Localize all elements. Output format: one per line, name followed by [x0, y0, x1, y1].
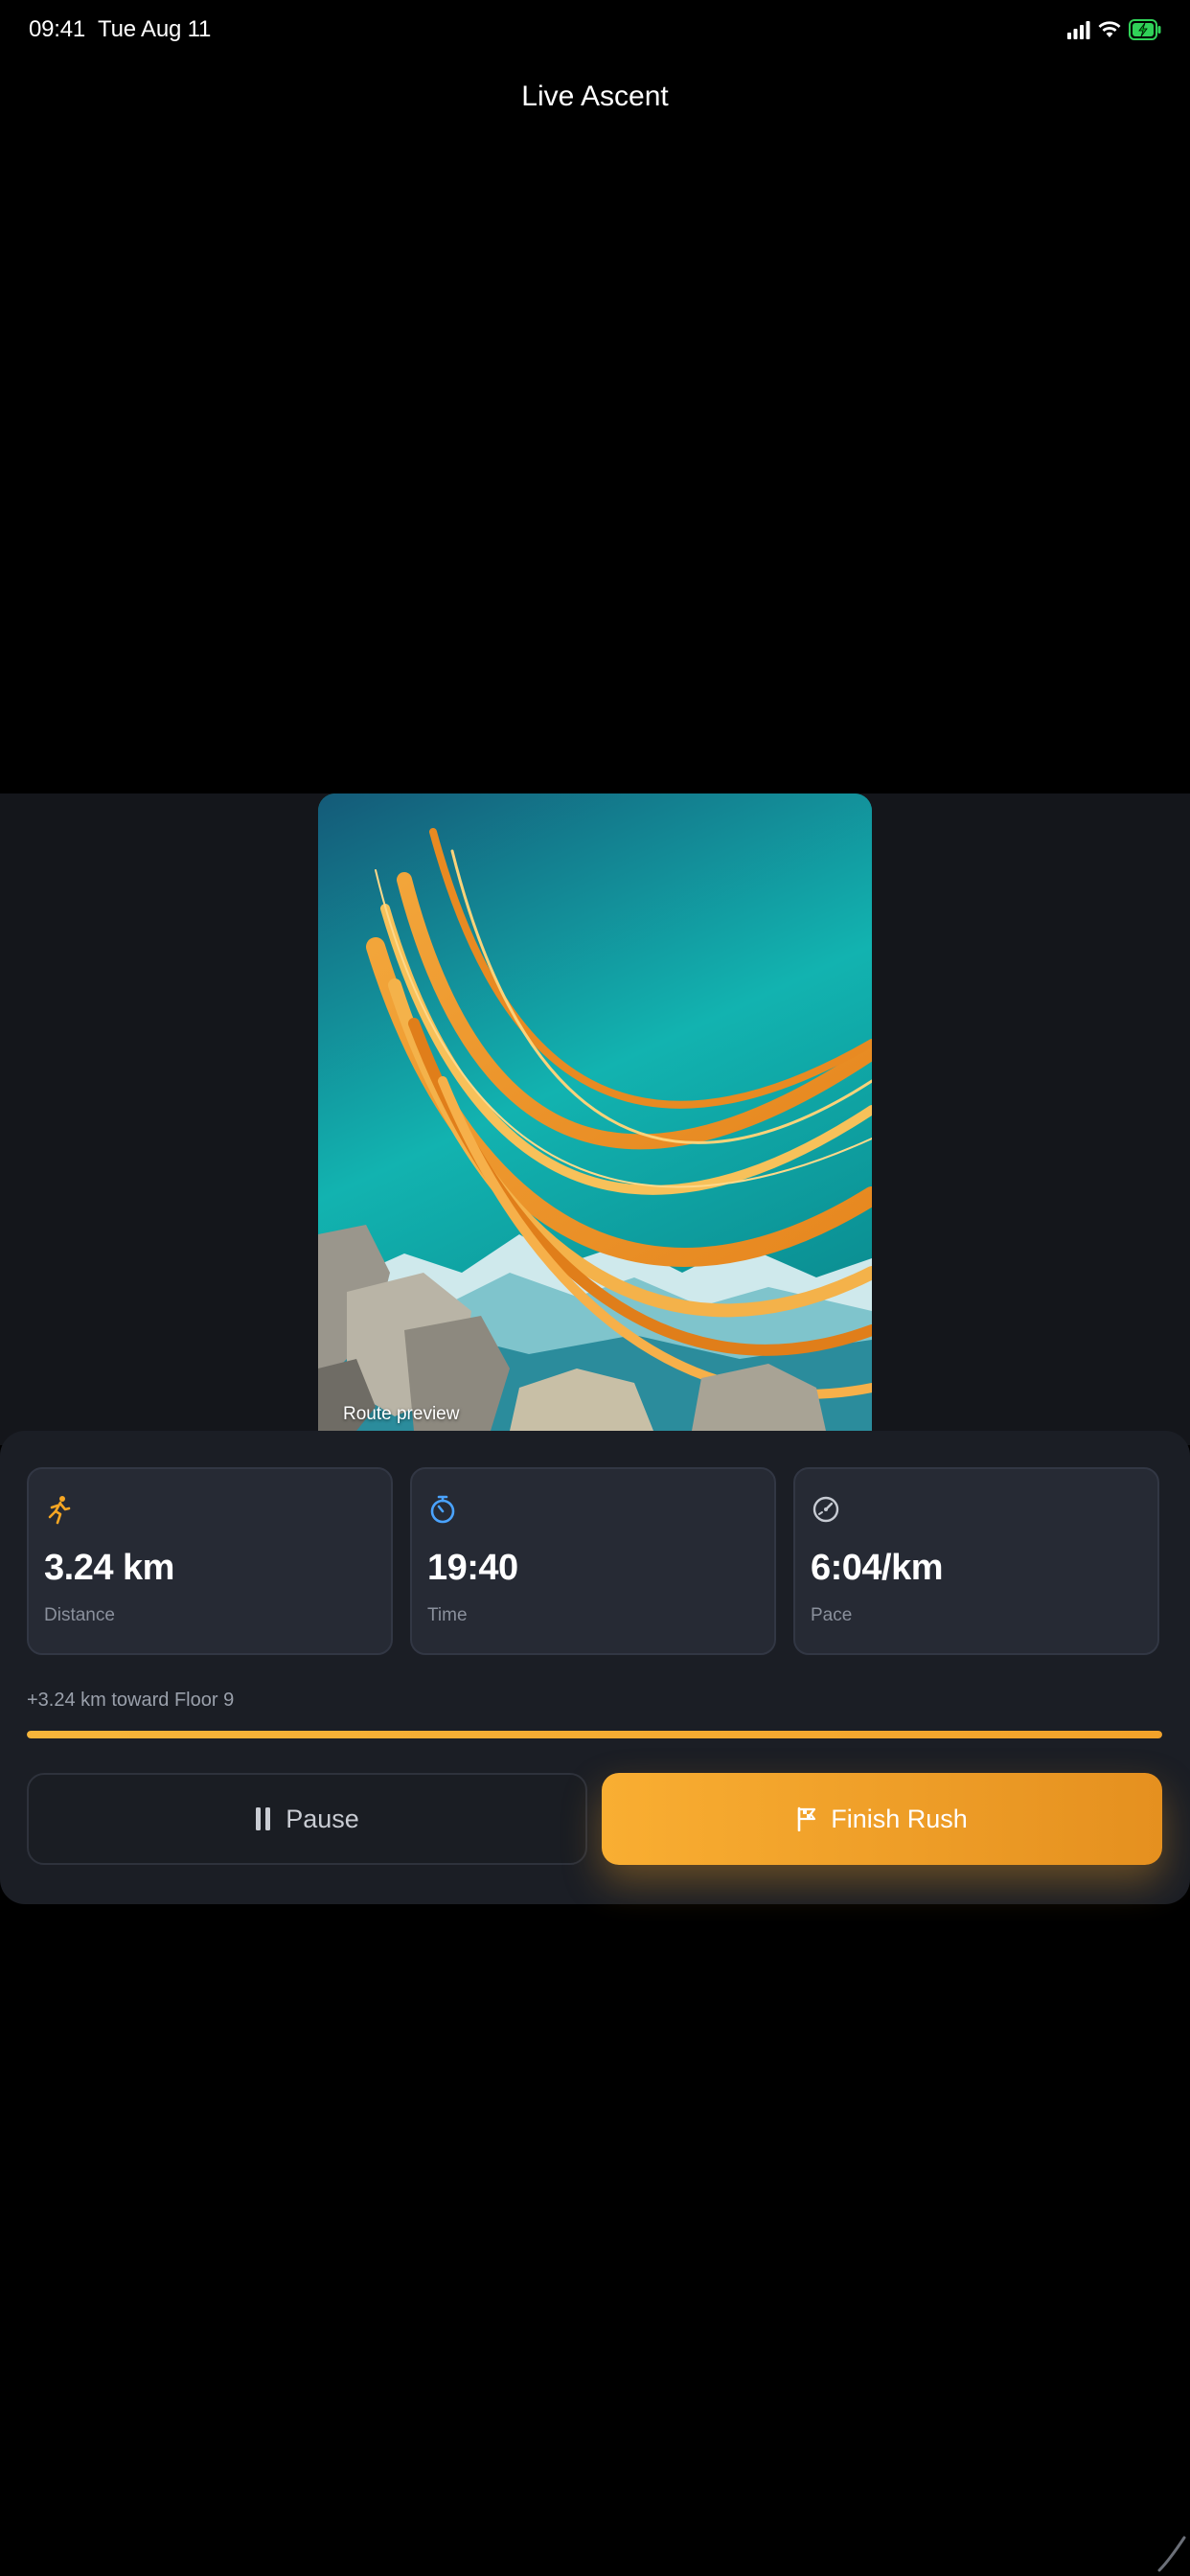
status-date: Tue Aug 11 — [98, 16, 212, 42]
wifi-icon — [1098, 21, 1121, 37]
stat-label-time: Time — [427, 1605, 468, 1625]
stat-value-distance: 3.24 km — [44, 1548, 174, 1588]
stat-card-distance: 3.24 km Distance — [27, 1467, 393, 1655]
stat-card-pace: 6:04/km Pace — [793, 1467, 1159, 1655]
route-preview-card[interactable]: Route preview — [318, 794, 872, 1431]
route-preview-image — [318, 794, 872, 1431]
stopwatch-icon — [430, 1495, 455, 1524]
pause-button[interactable]: Pause — [27, 1773, 587, 1865]
stat-label-pace: Pace — [811, 1605, 853, 1625]
progress-fill — [27, 1731, 1162, 1738]
page-title: Live Ascent — [521, 80, 669, 112]
stat-card-time: 19:40 Time — [410, 1467, 776, 1655]
stat-label-distance: Distance — [44, 1605, 115, 1625]
speedometer-icon — [812, 1496, 839, 1523]
battery-charging-icon — [1129, 19, 1161, 40]
stat-value-time: 19:40 — [427, 1548, 518, 1588]
preview-caption: Route preview — [343, 1404, 460, 1424]
stat-value-pace: 6:04/km — [811, 1548, 944, 1588]
finish-flag-icon — [797, 1806, 816, 1831]
progress-bar — [27, 1731, 1162, 1738]
cellular-signal-icon — [1067, 21, 1090, 39]
finish-rush-button[interactable]: Finish Rush — [602, 1773, 1162, 1865]
pause-button-label: Pause — [286, 1804, 359, 1833]
status-icons — [1067, 17, 1161, 42]
status-clock: 09:41 — [29, 16, 86, 42]
status-time: 09:41 Tue Aug 11 — [29, 16, 211, 43]
pause-icon — [256, 1807, 271, 1830]
status-bar: 09:41 Tue Aug 11 — [0, 0, 1190, 63]
runner-icon — [48, 1496, 71, 1525]
resize-handle-icon[interactable] — [1157, 2534, 1186, 2572]
activity-panel: 3.24 km Distance 19:40 Time 6:04/km Pace… — [0, 1431, 1190, 1904]
progress-text: +3.24 km toward Floor 9 — [27, 1690, 235, 1711]
finish-button-label: Finish Rush — [831, 1804, 968, 1833]
